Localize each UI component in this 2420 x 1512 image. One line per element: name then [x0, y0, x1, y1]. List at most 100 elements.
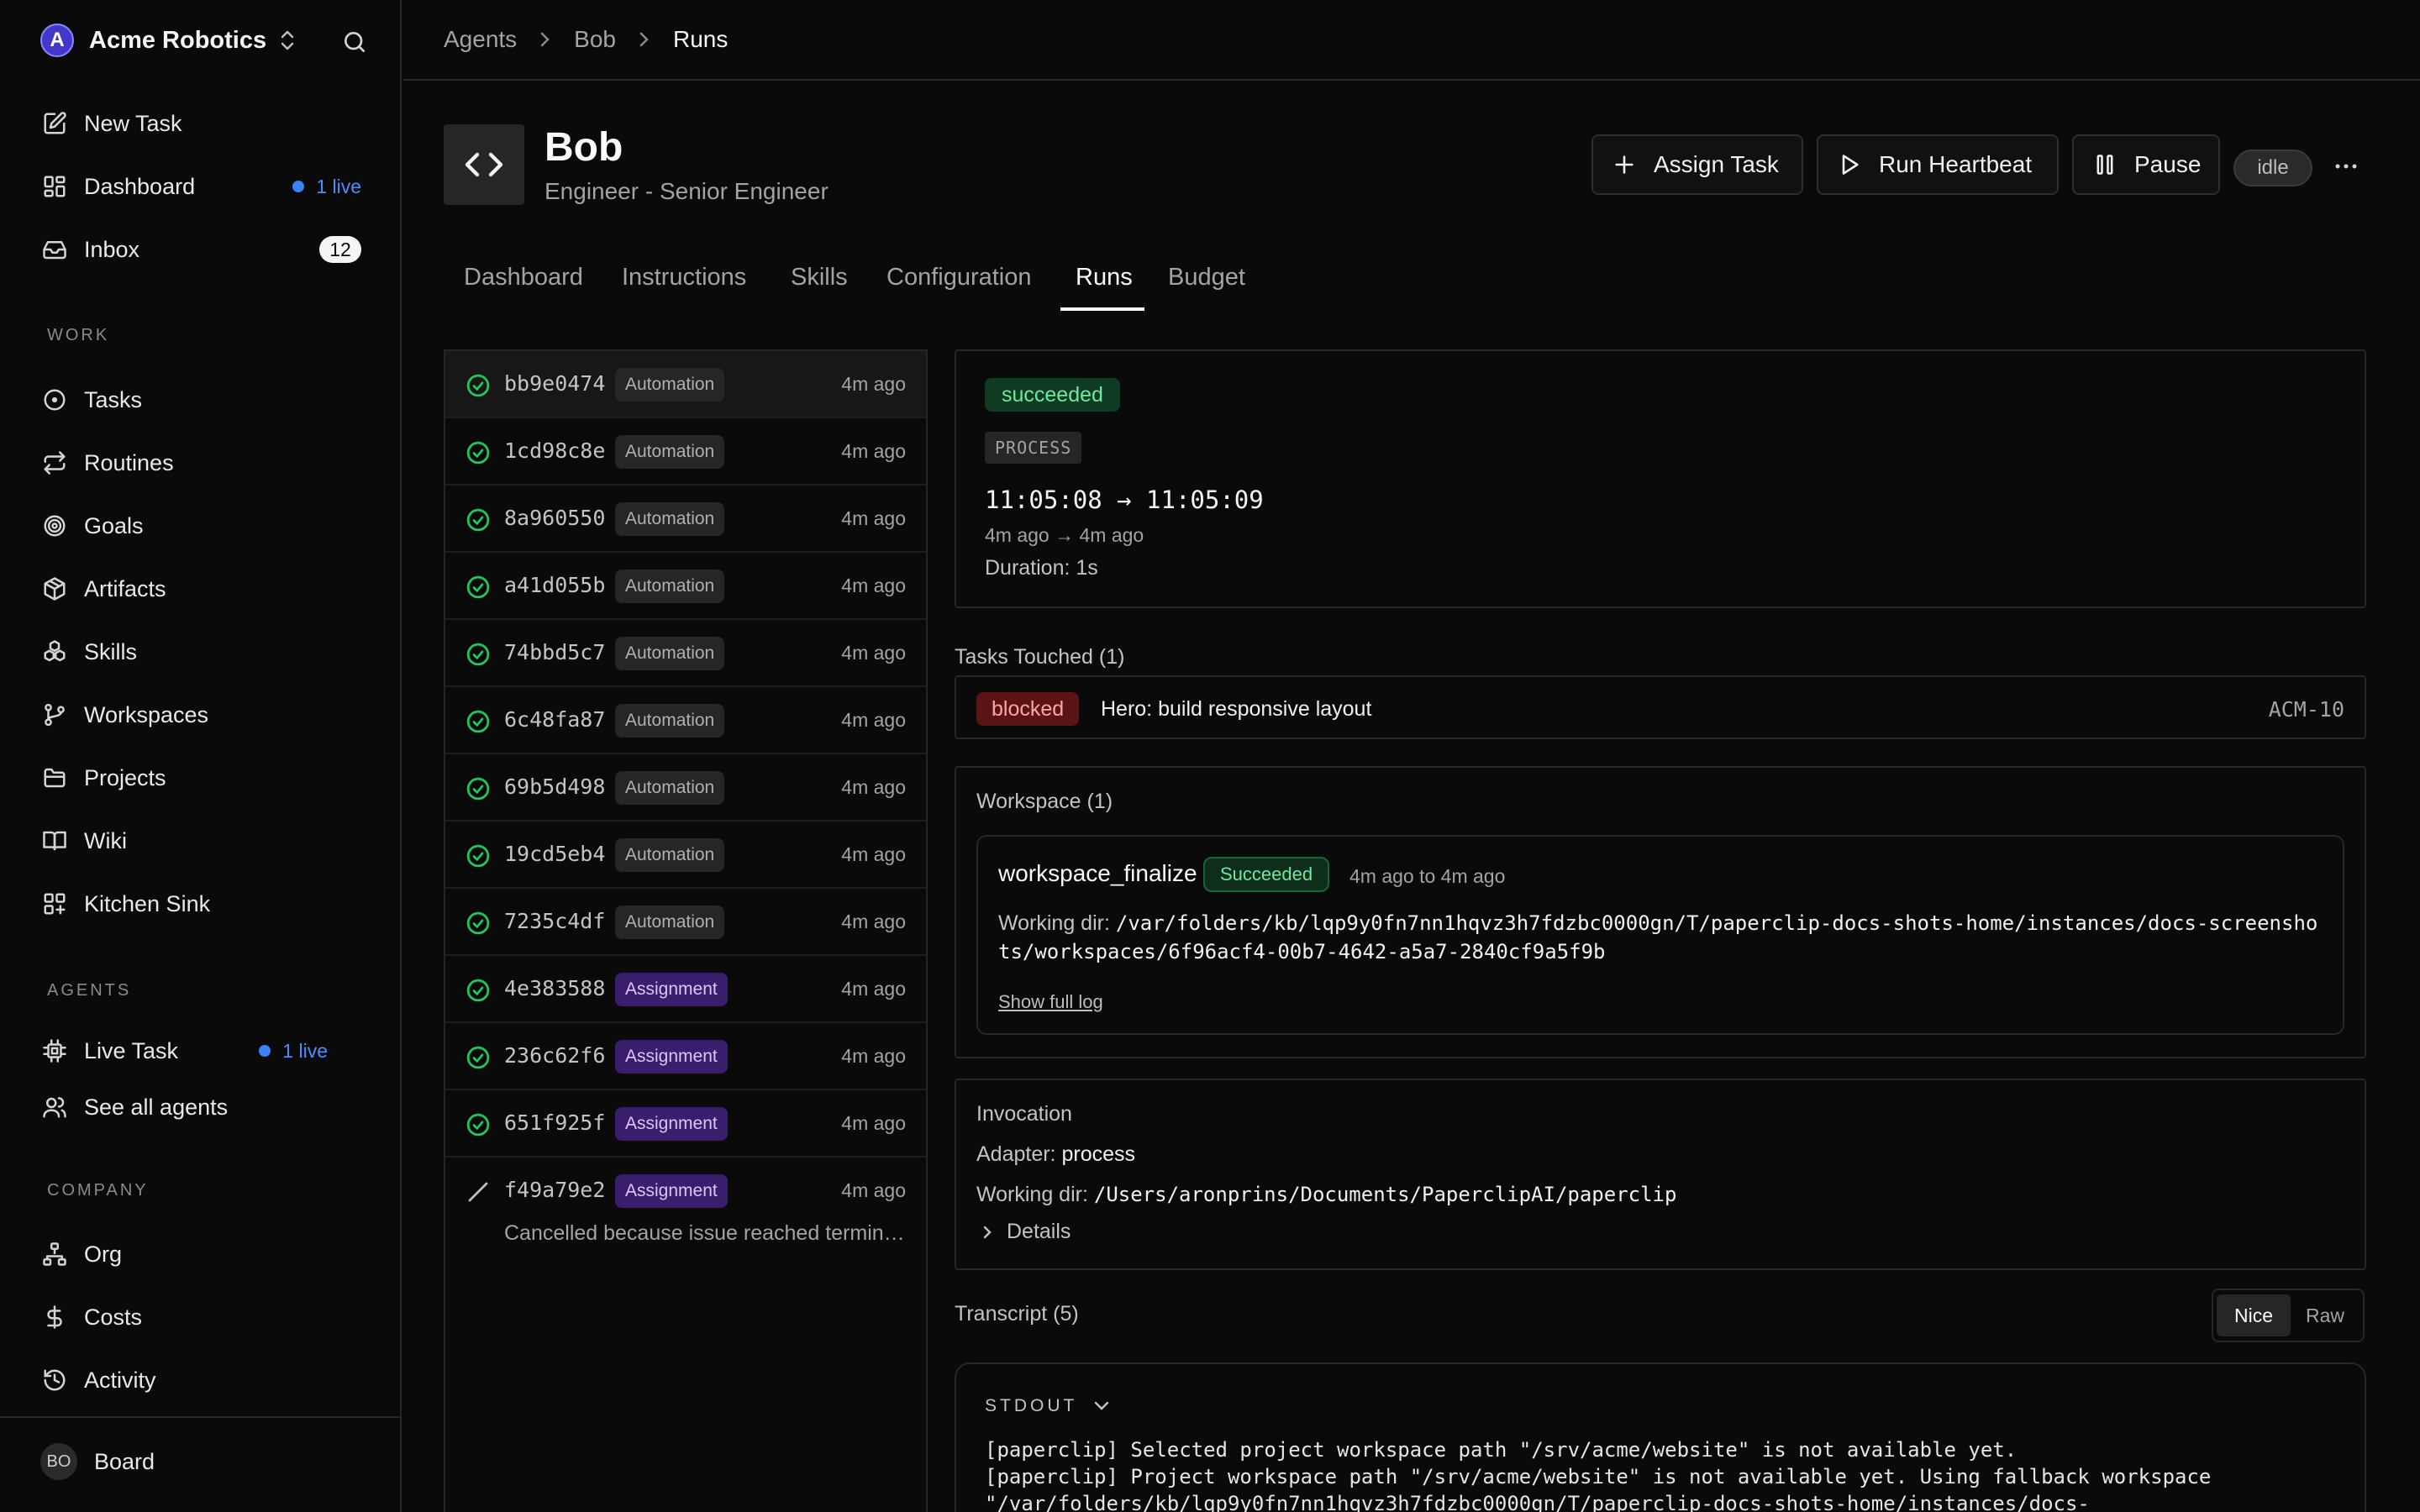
run-time: 4m ago [841, 507, 906, 529]
run-row[interactable]: f49a79e2 Assignment 4m ago Cancelled becaus… [445, 1158, 926, 1268]
section-label-company: COMPANY [47, 1181, 149, 1200]
mode-nice-button[interactable]: Nice [2217, 1294, 2291, 1336]
assign-task-button[interactable]: Assign Task [1591, 134, 1803, 195]
tab-budget[interactable]: Budget [1168, 264, 1245, 309]
task-row[interactable]: blocked Hero: build responsive layout AC… [955, 675, 2366, 739]
nav-skills[interactable]: Skills [40, 631, 376, 673]
nav-activity[interactable]: Activity [40, 1359, 376, 1401]
sidebar: A Acme Robotics New Task Dashboard 1 liv… [0, 0, 402, 1512]
live-count: 1 live [282, 1039, 328, 1062]
user-label: Board [94, 1448, 155, 1474]
tab-configuration[interactable]: Configuration [886, 264, 1032, 309]
run-row[interactable]: 69b5d498 Automation 4m ago [445, 754, 926, 822]
run-heartbeat-button[interactable]: Run Heartbeat [1817, 134, 2059, 195]
details-label: Details [1007, 1220, 1071, 1243]
show-full-log-link[interactable]: Show full log [998, 991, 1103, 1013]
tab-runs[interactable]: Runs [1076, 264, 1133, 309]
sidebar-footer: BO Board [0, 1416, 402, 1512]
breadcrumb: Agents Bob Runs [403, 0, 2420, 81]
grid-plus-icon [40, 890, 69, 918]
history-icon [40, 1366, 69, 1394]
users-icon [40, 1093, 69, 1121]
breadcrumb-bob[interactable]: Bob [574, 26, 616, 53]
run-id: bb9e0474 [504, 371, 606, 396]
user-menu[interactable]: BO Board [40, 1443, 155, 1480]
run-id: 651f925f [504, 1110, 606, 1135]
run-row[interactable]: 7235c4df Automation 4m ago [445, 889, 926, 956]
check-circle-icon [466, 1112, 491, 1137]
org-chart-icon [40, 1240, 69, 1268]
search-icon[interactable] [338, 25, 371, 59]
run-row[interactable]: 6c48fa87 Automation 4m ago [445, 687, 926, 754]
nav-label: Activity [84, 1367, 156, 1393]
nav-routines[interactable]: Routines [40, 442, 376, 484]
nav-costs[interactable]: Costs [40, 1296, 376, 1338]
more-options-icon[interactable] [2328, 148, 2365, 185]
run-row[interactable]: 1cd98c8e Automation 4m ago [445, 418, 926, 486]
run-row[interactable]: 651f925f Assignment 4m ago [445, 1090, 926, 1158]
run-kind-badge: Automation [615, 570, 725, 603]
run-id: 1cd98c8e [504, 438, 606, 463]
tab-instructions[interactable]: Instructions [622, 264, 746, 309]
tab-dashboard[interactable]: Dashboard [464, 264, 583, 309]
run-row[interactable]: a41d055b Automation 4m ago [445, 553, 926, 620]
nav-workspaces[interactable]: Workspaces [40, 694, 376, 736]
nav-label: Skills [84, 638, 138, 664]
nav-label: Projects [84, 764, 166, 790]
stdout-toggle[interactable]: STDOUT [985, 1396, 1111, 1416]
run-heartbeat-label: Run Heartbeat [1879, 151, 2033, 177]
page-title: Bob [544, 125, 623, 170]
nav-see-all-agents[interactable]: See all agents [40, 1086, 376, 1128]
nav-dashboard[interactable]: Dashboard 1 live [40, 165, 376, 207]
book-icon [40, 827, 69, 855]
boxes-icon [40, 638, 69, 666]
run-time: 4m ago [841, 373, 906, 395]
run-time: 4m ago [841, 440, 906, 462]
run-row[interactable]: 19cd5eb4 Automation 4m ago [445, 822, 926, 889]
pause-label: Pause [2134, 151, 2202, 177]
details-toggle[interactable]: Details [981, 1220, 1071, 1244]
run-id: f49a79e2 [504, 1178, 606, 1202]
company-switcher[interactable]: A Acme Robotics [40, 22, 297, 59]
task-id: ACM-10 [2268, 697, 2344, 722]
run-kind-badge: Automation [615, 838, 725, 872]
nav-kitchen-sink[interactable]: Kitchen Sink [40, 883, 376, 925]
transcript-line: [paperclip] Selected project workspace p… [985, 1438, 2018, 1462]
run-id: 69b5d498 [504, 774, 606, 799]
inbox-icon [40, 235, 69, 264]
run-row[interactable]: 74bbd5c7 Automation 4m ago [445, 620, 926, 687]
run-kind-badge: Assignment [615, 1174, 728, 1208]
workspace-name: workspace_finalize [998, 860, 1197, 886]
run-id: 236c62f6 [504, 1043, 606, 1068]
nav-org[interactable]: Org [40, 1233, 376, 1275]
run-row[interactable]: 4e383588 Assignment 4m ago [445, 956, 926, 1023]
run-time: 4m ago [841, 709, 906, 731]
invocation-adapter: Adapter: process [976, 1142, 1135, 1167]
nav-artifacts[interactable]: Artifacts [40, 568, 376, 610]
mode-raw-button[interactable]: Raw [2291, 1294, 2360, 1336]
assign-task-label: Assign Task [1654, 151, 1779, 177]
breadcrumb-agents[interactable]: Agents [444, 26, 517, 53]
tab-skills[interactable]: Skills [791, 264, 848, 309]
nav-wiki[interactable]: Wiki [40, 820, 376, 862]
workspace-dir-value: /var/folders/kb/lqp9y0fn7nn1hqvz3h7fdzbc… [998, 911, 2318, 963]
cpu-icon [40, 1037, 69, 1065]
workspace-card: Workspace (1) workspace_finalize Succeed… [955, 766, 2366, 1058]
run-row[interactable]: 8a960550 Automation 4m ago [445, 486, 926, 553]
nav-projects[interactable]: Projects [40, 757, 376, 799]
nav-goals[interactable]: Goals [40, 505, 376, 547]
run-kind-badge: Automation [615, 637, 725, 670]
run-row[interactable]: 236c62f6 Assignment 4m ago [445, 1023, 926, 1090]
breadcrumb-runs: Runs [673, 26, 729, 52]
check-circle-icon [466, 776, 491, 801]
nav-inbox[interactable]: Inbox 12 [40, 228, 376, 270]
pause-button[interactable]: Pause [2072, 134, 2220, 195]
nav-tasks[interactable]: Tasks [40, 379, 376, 421]
check-circle-icon [466, 373, 491, 398]
nav-new-task[interactable]: New Task [40, 102, 376, 144]
transcript-mode-toggle: Nice Raw [2212, 1289, 2365, 1342]
nav-label: Goals [84, 512, 144, 538]
run-row[interactable]: bb9e0474 Automation 4m ago [445, 351, 926, 418]
run-id: 7235c4df [504, 909, 606, 933]
nav-live-task[interactable]: Live Task 1 live [40, 1030, 343, 1072]
